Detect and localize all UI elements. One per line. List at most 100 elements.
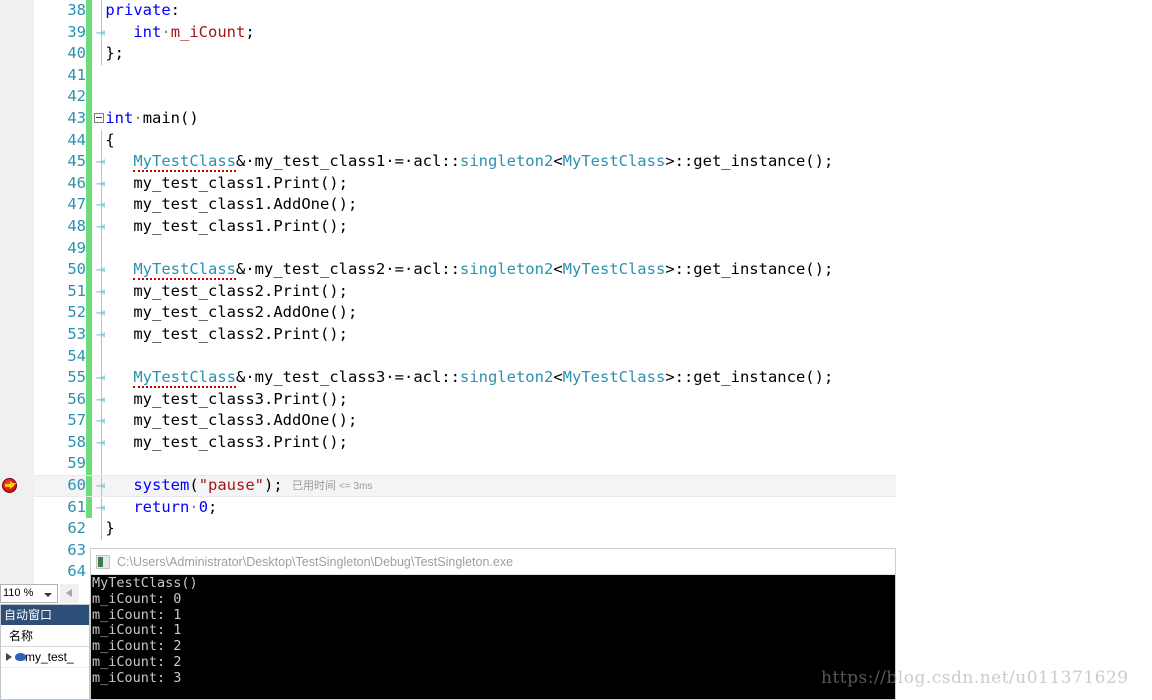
code-token: my_test_class3.AddOne(); <box>133 411 358 430</box>
code-line[interactable]: 59 <box>34 453 896 476</box>
line-number: 44 <box>67 130 86 149</box>
code-token: ·acl:: <box>403 368 460 387</box>
change-indicator-bar <box>86 86 92 108</box>
code-line[interactable]: 40 }; <box>34 43 896 65</box>
line-number: 57 <box>67 411 86 430</box>
code-line[interactable]: 39 ⇥ int·m_iCount; <box>34 21 896 44</box>
code-line[interactable]: 46 ⇥ my_test_class1.Print(); <box>34 172 896 195</box>
change-indicator-bar <box>86 431 92 454</box>
code-text: ⇥ my_test_class3.Print(); <box>96 389 348 411</box>
horizontal-scroll-left-button[interactable] <box>60 584 79 603</box>
chevron-down-icon[interactable] <box>44 593 52 597</box>
current-statement-arrow-icon <box>10 481 15 489</box>
code-line[interactable]: 45 ⇥ MyTestClass&·my_test_class1·=·acl::s… <box>34 151 896 173</box>
code-editor[interactable]: 38 private: 39 ⇥ int·m_iCount; 40 }; 41 42 4… <box>34 0 896 592</box>
line-number: 41 <box>67 65 86 84</box>
autos-column-header-name[interactable]: 名称 <box>1 625 89 647</box>
console-window[interactable]: C:\Users\Administrator\Desktop\TestSingl… <box>90 548 896 700</box>
code-line[interactable]: 55 ⇥ MyTestClass&·my_test_class3·=·acl::s… <box>34 367 896 389</box>
code-token: main() <box>142 108 199 127</box>
tab-arrow-icon: ⇥ <box>96 195 106 214</box>
autos-row[interactable]: my_test_ <box>1 647 89 668</box>
code-text: { <box>96 130 115 152</box>
change-indicator-bar <box>86 0 92 22</box>
code-line[interactable]: 56 ⇥ my_test_class3.Print(); <box>34 388 896 411</box>
code-line[interactable]: 51 ⇥ my_test_class2.Print(); <box>34 280 896 303</box>
code-token: my_test_class1.Print(); <box>133 216 348 235</box>
code-token: = <box>394 260 404 279</box>
code-line[interactable]: 44 { <box>34 129 896 152</box>
code-text: ⇥ my_test_class1.Print(); <box>96 216 348 238</box>
code-token: my_test_class2.Print(); <box>133 324 348 343</box>
code-text: ⇥ my_test_class2.Print(); <box>96 324 348 346</box>
code-line[interactable]: 50 ⇥ MyTestClass&·my_test_class2·=·acl::s… <box>34 259 896 281</box>
autos-row-list: my_test_ <box>1 647 89 668</box>
code-text: ⇥ system("pause"); <box>96 476 283 496</box>
line-number: 63 <box>67 540 86 559</box>
editor-zoom-value: 110 % <box>3 587 34 599</box>
change-indicator-bar <box>86 172 92 195</box>
code-token: >::get_instance(); <box>665 260 834 279</box>
code-text: ⇥ my_test_class2.AddOne(); <box>96 302 357 324</box>
code-line[interactable]: 58 ⇥ my_test_class3.Print(); <box>34 431 896 454</box>
line-number: 64 <box>67 562 86 581</box>
line-number: 38 <box>67 1 86 19</box>
code-token: my_test_class3.Print(); <box>133 389 348 408</box>
elapsed-time-label: 已用时间 <box>292 480 340 493</box>
code-line[interactable]: 61 ⇥ return·0; <box>34 496 896 519</box>
code-token: { <box>105 130 115 149</box>
code-token: singleton2 <box>459 260 554 279</box>
editor-zoom-combo[interactable]: 110 % <box>0 584 58 603</box>
line-number: 48 <box>67 216 86 235</box>
code-token: &·my_test_class1· <box>236 152 395 171</box>
change-indicator-bar <box>86 388 92 411</box>
code-token: ·acl:: <box>403 260 460 279</box>
code-token: ·acl:: <box>403 152 460 171</box>
code-token: = <box>394 368 404 387</box>
code-text: ⇥ my_test_class3.Print(); <box>96 432 348 454</box>
code-line[interactable]: 49 <box>34 237 896 260</box>
code-token: MyTestClass <box>562 368 666 387</box>
autos-window[interactable]: 自动窗口 名称 my_test_ <box>0 604 90 700</box>
code-line[interactable]: 60 ⇥ system("pause"); 已用时间 <= 3ms <box>34 475 896 497</box>
change-indicator-bar <box>86 215 92 238</box>
tab-arrow-icon: ⇥ <box>96 497 106 516</box>
code-token: return <box>133 497 190 516</box>
code-text: ⇥ my_test_class3.AddOne(); <box>96 410 357 432</box>
change-indicator-bar <box>86 410 92 432</box>
code-line[interactable]: 43 int·main() <box>34 107 896 130</box>
code-token: my_test_class2.Print(); <box>133 281 348 300</box>
code-token: MyTestClass <box>562 260 666 279</box>
code-token: m_iCount <box>170 22 246 41</box>
code-token: 0 <box>198 497 209 516</box>
code-token: < <box>553 152 563 171</box>
code-line[interactable]: 53 ⇥ my_test_class2.Print(); <box>34 323 896 346</box>
line-number: 43 <box>67 108 86 127</box>
code-line[interactable]: 54 <box>34 345 896 368</box>
code-text: ⇥ my_test_class1.Print(); <box>96 173 348 195</box>
code-token: system <box>133 476 190 495</box>
console-title-bar[interactable]: C:\Users\Administrator\Desktop\TestSingl… <box>91 549 895 575</box>
code-line[interactable]: 38 private: <box>34 0 896 22</box>
code-line[interactable]: 47 ⇥ my_test_class1.AddOne(); <box>34 194 896 216</box>
code-line[interactable]: 48 ⇥ my_test_class1.Print(); <box>34 215 896 238</box>
tab-arrow-icon: ⇥ <box>96 324 106 343</box>
code-line[interactable]: 62 } <box>34 518 896 540</box>
code-line[interactable]: 42 <box>34 86 896 108</box>
tab-arrow-icon: ⇥ <box>96 476 106 495</box>
code-line[interactable]: 57 ⇥ my_test_class3.AddOne(); <box>34 410 896 432</box>
expand-arrow-icon[interactable] <box>6 653 12 661</box>
change-indicator-bar <box>86 259 92 281</box>
tab-arrow-icon: ⇥ <box>96 432 106 451</box>
line-number: 58 <box>67 432 86 451</box>
code-token: ; <box>208 497 218 516</box>
object-icon <box>15 653 26 661</box>
code-line[interactable]: 52 ⇥ my_test_class2.AddOne(); <box>34 302 896 324</box>
code-line[interactable]: 41 <box>34 64 896 87</box>
line-number: 42 <box>67 87 86 106</box>
code-text: ⇥ my_test_class1.AddOne(); <box>96 194 357 216</box>
tab-arrow-icon: ⇥ <box>96 152 106 171</box>
